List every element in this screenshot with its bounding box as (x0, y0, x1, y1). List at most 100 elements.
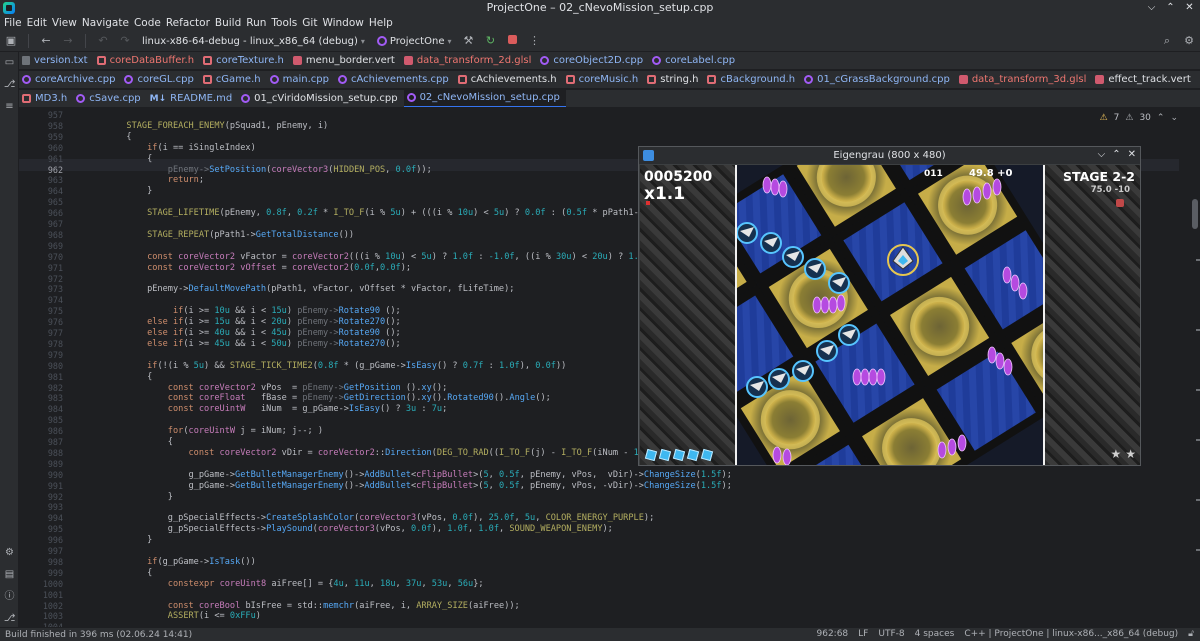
problems-icon[interactable]: ⓘ (0, 586, 19, 608)
line-ending[interactable]: LF (858, 629, 868, 639)
structure-icon[interactable]: ≡ (0, 96, 19, 118)
redo-icon[interactable]: ↷ (117, 33, 133, 49)
code-line[interactable]: for(coreUintW j = iNum; j--; ) (85, 426, 323, 436)
code-line[interactable]: const coreUintW iNum = g_pGame->IsEasy()… (85, 404, 447, 414)
back-arrow-icon[interactable]: ← (38, 33, 54, 49)
editor-tab[interactable]: 01_cGrassBackground.cpp (801, 71, 956, 88)
game-window-titlebar[interactable]: Eigengrau (800 x 480) ⌵ ⌃ ✕ (639, 147, 1140, 164)
editor-tab[interactable]: main.cpp (267, 71, 335, 88)
editor-tab[interactable]: coreGL.cpp (121, 71, 199, 88)
code-line[interactable]: constexpr coreUint8 aiFree[] = {4u, 11u,… (85, 579, 484, 589)
file-encoding[interactable]: UTF-8 (878, 629, 904, 639)
menu-file[interactable]: File (3, 17, 26, 29)
vertical-scrollbar-thumb[interactable] (1192, 199, 1198, 229)
code-line[interactable]: else if(i >= 40u && i < 45u) pEnemy->Rot… (85, 328, 401, 338)
code-line[interactable]: { (85, 568, 152, 578)
lock-icon[interactable]: 🔓︎ (1188, 629, 1194, 639)
editor-tab[interactable]: string.h (644, 71, 704, 88)
editor-tab[interactable]: effect_track.vert (1092, 71, 1196, 88)
code-line[interactable]: pEnemy->SetPosition(coreVector3(HIDDEN_P… (85, 165, 432, 175)
code-line[interactable]: } (85, 186, 152, 196)
close-window-icon[interactable]: ✕ (1128, 149, 1136, 160)
terminal-icon[interactable]: ▤ (0, 564, 19, 586)
search-everywhere-icon[interactable]: ⌕ (1159, 33, 1175, 49)
editor-tab[interactable]: data_transform_3d.glsl (956, 71, 1093, 88)
build-hammer-icon[interactable]: ⚒ (460, 33, 476, 49)
code-line[interactable]: const coreVector2 vDir = coreVector2::Di… (85, 448, 685, 458)
code-line[interactable]: const coreVector2 vFactor = coreVector2(… (85, 252, 685, 262)
close-window-icon[interactable]: ✕ (1183, 1, 1196, 14)
menu-window[interactable]: Window (321, 17, 367, 29)
editor-tab[interactable]: coreDataBuffer.h (94, 52, 201, 69)
editor-tab[interactable]: cAchievements.h (455, 71, 563, 88)
editor-tab[interactable]: cBackground.h (704, 71, 801, 88)
line-number-gutter[interactable]: 957 958 959 960 961 962 963 964 965 966 967 968 969 9… (19, 109, 83, 627)
editor-tab[interactable]: coreTexture.h (200, 52, 290, 69)
menu-refactor[interactable]: Refactor (165, 17, 214, 29)
code-line[interactable]: if(i >= 10u && i < 15u) pEnemy->Rotate90… (85, 306, 401, 316)
code-line[interactable]: { (85, 154, 152, 164)
maximize-window-icon[interactable]: ⌃ (1164, 1, 1177, 14)
project-tree-icon[interactable]: ▭ (0, 52, 19, 74)
code-line[interactable]: g_pSpecialEffects->CreateSplashColor(cor… (85, 513, 654, 523)
forward-arrow-icon[interactable]: → (60, 33, 76, 49)
menu-edit[interactable]: Edit (26, 17, 51, 29)
editor-tab[interactable]: cSave.cpp (73, 90, 146, 107)
menu-build[interactable]: Build (214, 17, 245, 29)
menu-tools[interactable]: Tools (270, 17, 301, 29)
code-line[interactable]: { (85, 132, 131, 142)
code-line[interactable]: STAGE_LIFETIME(pEnemy, 0.8f, 0.2f * I_TO… (85, 208, 696, 218)
save-all-icon[interactable]: ▣ (3, 33, 19, 49)
caret-position[interactable]: 962:68 (817, 629, 849, 639)
minimize-window-icon[interactable]: ⌵ (1145, 1, 1158, 14)
more-actions-icon[interactable]: ⋮ (526, 33, 542, 49)
chevron-down-icon[interactable]: ⌄ (1170, 113, 1178, 123)
commit-icon[interactable]: ⎇ (0, 74, 19, 96)
resolve-context[interactable]: C++ | ProjectOne | linux-x86..._x86_64 (… (964, 629, 1178, 639)
editor-tab[interactable]: 02_cNevoMission_setup.cpp (403, 90, 566, 107)
code-line[interactable]: { (85, 372, 152, 382)
stop-icon[interactable] (504, 33, 520, 49)
editor-tab[interactable]: MD3.h (19, 90, 73, 107)
menu-code[interactable]: Code (133, 17, 165, 29)
build-status-message[interactable]: Build finished in 396 ms (02.06.24 14:41… (5, 630, 192, 640)
code-line[interactable]: STAGE_FOREACH_ENEMY(pSquad1, pEnemy, i) (85, 121, 328, 131)
code-line[interactable]: pEnemy->DefaultMovePath(pPath1, vFactor,… (85, 284, 514, 294)
editor-tab[interactable]: 01_cViridoMission_setup.cpp (238, 90, 403, 107)
rerun-icon[interactable]: ↻ (482, 33, 498, 49)
code-line[interactable]: if(i == iSingleIndex) (85, 143, 256, 153)
game-viewport[interactable]: 0005200 x1.1 011 49.8 +0 STAGE 2-2 75.0 … (640, 165, 1140, 465)
code-line[interactable]: const coreVector2 vPos = pEnemy->GetPosi… (85, 383, 447, 393)
settings-gear-icon[interactable]: ⚙ (1181, 33, 1197, 49)
code-line[interactable]: } (85, 535, 152, 545)
code-line[interactable]: ASSERT(i <= 0xFFu) (85, 611, 261, 621)
undo-icon[interactable]: ↶ (95, 33, 111, 49)
code-line[interactable]: const coreFloat fBase = pEnemy->GetDirec… (85, 393, 551, 403)
menu-navigate[interactable]: Navigate (81, 17, 133, 29)
editor-tab[interactable]: data_transform_2d.glsl (401, 52, 538, 69)
minimize-window-icon[interactable]: ⌵ (1098, 149, 1106, 160)
editor-tab[interactable]: cGame.h (200, 71, 267, 88)
code-line[interactable]: if(g_pGame->IsTask()) (85, 557, 256, 567)
code-line[interactable]: STAGE_REPEAT(pPath1->GetTotalDistance()) (85, 230, 354, 240)
code-line[interactable]: g_pGame->GetBulletManagerEnemy()->AddBul… (85, 481, 731, 491)
code-line[interactable]: return; (85, 175, 204, 185)
project-selector[interactable]: ProjectOne ▾ (371, 36, 458, 47)
chevron-up-icon[interactable]: ⌃ (1157, 113, 1165, 123)
services-icon[interactable]: ⚙ (0, 542, 19, 564)
editor-tab[interactable]: cAchievements.cpp (335, 71, 455, 88)
code-line[interactable]: const coreBool bIsFree = std::memchr(aiF… (85, 601, 520, 611)
maximize-window-icon[interactable]: ⌃ (1112, 149, 1120, 160)
code-line[interactable]: g_pSpecialEffects->PlaySound(coreVector3… (85, 524, 613, 534)
editor-tab[interactable]: coreObject2D.cpp (537, 52, 649, 69)
code-line[interactable]: g_pGame->GetBulletManagerEnemy()->AddBul… (85, 470, 731, 480)
indent-setting[interactable]: 4 spaces (915, 629, 955, 639)
menu-help[interactable]: Help (368, 17, 397, 29)
run-configuration-selector[interactable]: linux-x86-64-debug - linux_x86_64 (debug… (136, 36, 371, 47)
editor-tab[interactable]: M↓ README.md (147, 90, 239, 107)
editor-tab[interactable]: coreMusic.h (563, 71, 645, 88)
code-line[interactable]: } (85, 492, 173, 502)
code-line[interactable]: if(!(i % 5u) && STAGE_TICK_TIME2(0.8f * … (85, 361, 566, 371)
editor-tab[interactable]: coreLabel.cpp (649, 52, 741, 69)
editor-tab[interactable]: menu_border.vert (290, 52, 401, 69)
